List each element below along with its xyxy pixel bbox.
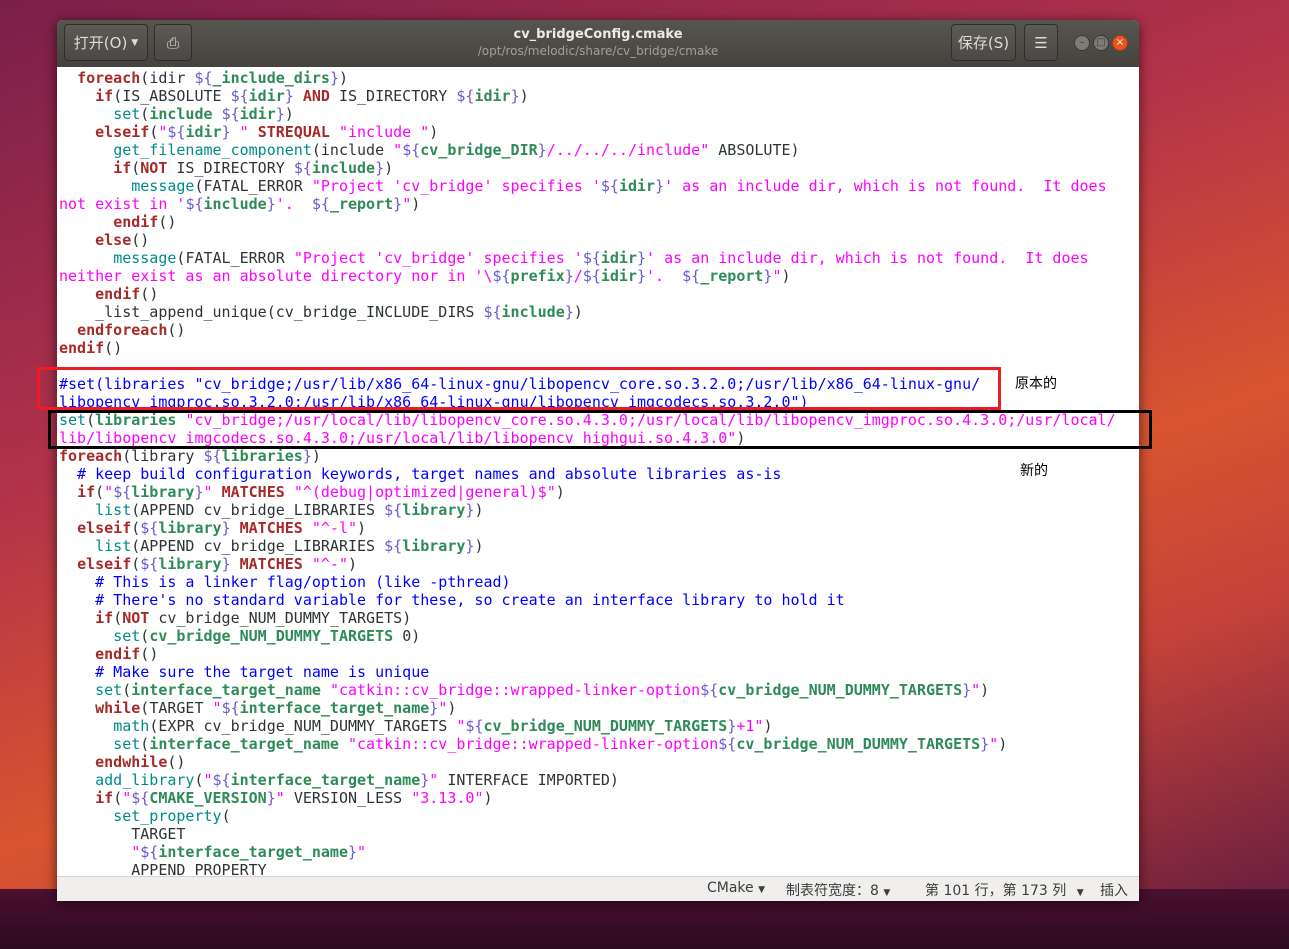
code-line: if("${CMAKE_VERSION}" VERSION_LESS "3.13… [95,789,493,807]
code-line: set(include ${idir}) [113,105,294,123]
code-line: elseif("${idir} " STREQUAL "include ") [95,123,439,141]
code-line: foreach(library ${libraries}) [59,447,321,465]
new-highlight-box [48,410,1152,449]
status-bar: CMake ▼ 制表符宽度：8 ▼ 第 101 行，第 173 列 ▼ 插入 [57,876,1139,901]
code-line: if(NOT IS_DIRECTORY ${include}) [113,159,394,177]
code-line: endif() [95,645,159,663]
code-line: APPEND PROPERTY [131,861,267,877]
code-line: set(cv_bridge_NUM_DUMMY_TARGETS 0) [113,627,421,645]
code-line: # keep build configuration keywords, tar… [59,465,782,483]
cursor-position-selector[interactable]: 第 101 行，第 173 列 ▼ [925,880,1084,900]
code-line: get_filename_component(include "${cv_bri… [113,141,800,159]
code-line: set(interface_target_name "catkin::cv_br… [95,681,990,699]
code-line: math(EXPR cv_bridge_NUM_DUMMY_TARGETS "$… [113,717,773,735]
code-line: endif() [95,285,159,303]
code-line: if(NOT cv_bridge_NUM_DUMMY_TARGETS) [95,609,412,627]
code-line: if(IS_ABSOLUTE ${idir} AND IS_DIRECTORY … [95,87,529,105]
code-line: elseif(${library} MATCHES "^-l") [77,519,367,537]
code-line: _list_append_unique(cv_bridge_INCLUDE_DI… [95,303,583,321]
code-line: not exist in '${include}'. ${_report}") [59,195,421,213]
code-line: list(APPEND cv_bridge_LIBRARIES ${librar… [95,501,484,519]
original-highlight-box [37,367,1001,410]
code-line: endwhile() [95,753,186,771]
maximize-button[interactable]: □ [1093,35,1109,51]
close-button[interactable]: × [1112,35,1128,51]
chevron-down-icon: ▼ [758,885,766,895]
code-line: message(FATAL_ERROR "Project 'cv_bridge'… [131,177,1107,195]
code-line: if("${library}" MATCHES "^(debug|optimiz… [77,483,565,501]
header-bar: 打开(O) ▼ ⎙ cv_bridgeConfig.cmake /opt/ros… [57,20,1139,67]
insert-mode: 插入 [1100,883,1128,899]
code-line: list(APPEND cv_bridge_LIBRARIES ${librar… [95,537,484,555]
code-line: message(FATAL_ERROR "Project 'cv_bridge'… [113,249,1089,267]
new-annotation: 新的 [1020,463,1048,479]
hamburger-icon: ☰ [1034,33,1048,52]
code-line: "${interface_target_name}" [131,843,367,861]
code-line: TARGET [131,825,186,843]
code-line: else() [95,231,150,249]
save-button[interactable]: 保存(S) [951,24,1016,61]
code-line: add_library("${interface_target_name}" I… [95,771,619,789]
minimize-button[interactable]: – [1074,35,1090,51]
save-label: 保存(S) [957,34,1010,52]
code-line: set_property( [113,807,231,825]
code-line: foreach(idir ${_include_dirs}) [77,69,348,87]
tab-width-selector[interactable]: 制表符宽度：8 ▼ [786,880,890,900]
code-line: set(interface_target_name "catkin::cv_br… [113,735,1008,753]
text-editor[interactable]: foreach(idir ${_include_dirs}) if(IS_ABS… [57,67,1139,877]
code-view[interactable]: foreach(idir ${_include_dirs}) if(IS_ABS… [59,69,1116,877]
code-line: endif() [59,339,123,357]
code-line: endif() [113,213,177,231]
code-line: # This is a linker flag/option (like -pt… [59,573,511,591]
gedit-window: 打开(O) ▼ ⎙ cv_bridgeConfig.cmake /opt/ros… [57,20,1139,901]
code-line: # There's no standard variable for these… [59,591,845,609]
chevron-down-icon: ▼ [1076,888,1084,898]
code-line: endforeach() [77,321,186,339]
language-selector[interactable]: CMake ▼ [707,880,765,896]
cursor-position-label: 第 101 行，第 173 列 [925,883,1067,899]
menu-button[interactable]: ☰ [1024,24,1058,61]
chevron-down-icon: ▼ [883,888,891,898]
code-line: neither exist as an absolute directory n… [59,267,791,285]
code-line: elseif(${library} MATCHES "^-") [77,555,358,573]
language-label: CMake [707,880,754,896]
tab-width-label: 制表符宽度：8 [786,883,879,899]
code-line: # Make sure the target name is unique [59,663,430,681]
original-annotation: 原本的 [1015,376,1057,392]
code-line: while(TARGET "${interface_target_name}") [95,699,457,717]
